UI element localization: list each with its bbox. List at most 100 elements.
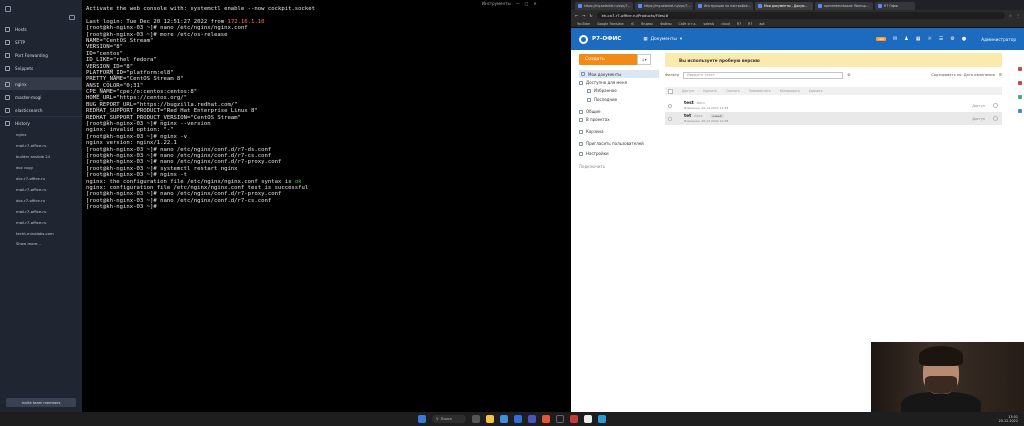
maximize-icon[interactable]: □ — [525, 1, 529, 6]
nav-trash[interactable]: Корзина — [579, 129, 659, 134]
bookmark[interactable]: Яндекс — [641, 22, 653, 26]
host-item-nginx[interactable]: nginx — [0, 78, 82, 90]
history-link[interactable]: doc.r7-office.ru — [16, 198, 45, 203]
app-icon[interactable] — [570, 415, 578, 423]
bookmark[interactable]: cloud — [721, 22, 730, 26]
column-action[interactable]: Доступ — [682, 89, 694, 93]
side-toolbar-icon[interactable] — [1018, 67, 1022, 71]
more-icon[interactable] — [993, 103, 998, 108]
browser-tab[interactable]: R7 Офис — [875, 2, 915, 10]
menu-icon[interactable] — [69, 15, 75, 20]
people-icon[interactable]: ♟ — [904, 36, 908, 42]
history-link[interactable]: builder ansible 24 — [16, 154, 50, 159]
tools-label[interactable]: Инструменты — [482, 1, 511, 6]
nav-invite-users[interactable]: Пригласить пользователей — [579, 141, 659, 146]
host-item-elasticsearch[interactable]: elasticsearch — [0, 104, 82, 116]
calendar-icon[interactable]: ▦ — [916, 36, 921, 42]
nav-projects[interactable]: В проектах — [579, 117, 659, 122]
forward-icon[interactable]: → — [582, 13, 585, 18]
file-access[interactable]: Доступ — [972, 104, 985, 108]
row-checkbox[interactable] — [668, 103, 672, 108]
history-link[interactable]: mail.r7-office.ru — [16, 220, 46, 225]
bookmark[interactable]: salesis — [704, 22, 715, 26]
start-icon[interactable] — [418, 415, 426, 423]
nav-shared-with-me[interactable]: Доступно для меня — [579, 80, 659, 85]
browser-tab[interactable]: https://my.selectel.ru/vpc/7... — [635, 2, 693, 10]
file-row[interactable]: test .docx Изменено: 20.12.2022 12:58 Дос… — [665, 99, 1002, 112]
task-view-icon[interactable] — [472, 415, 480, 423]
bookmark[interactable]: rS — [631, 22, 634, 26]
star-icon[interactable]: ☆ — [1009, 13, 1012, 18]
bookmark[interactable]: Сайт и т.к. — [679, 22, 697, 26]
history-link[interactable]: mail.r7-office.ru — [16, 187, 46, 192]
browser-tab[interactable]: https://my.selectel.ru/vpc/7... — [575, 2, 633, 10]
filter-input[interactable]: Введите текст — [683, 71, 844, 79]
terminal-pane[interactable]: Activate the web console with: systemctl… — [82, 0, 571, 412]
feed-icon[interactable]: ☰ — [939, 36, 943, 42]
close-icon[interactable]: ✕ — [533, 1, 536, 6]
settings-icon[interactable]: ⚙ — [950, 36, 954, 42]
history-link[interactable]: techt.mindlabs.com — [16, 231, 54, 236]
file-access[interactable]: Доступ — [972, 117, 985, 121]
chat-icon[interactable]: ☼ — [927, 36, 931, 42]
sidebar-item-sftp[interactable]: SFTP — [0, 36, 82, 48]
create-button[interactable]: Создать — [579, 54, 645, 65]
bookmark[interactable]: R7 — [748, 22, 752, 26]
back-icon[interactable]: ← — [575, 13, 578, 18]
nav-my-documents[interactable]: Мои документы — [579, 70, 659, 78]
reload-icon[interactable]: ↻ — [589, 13, 592, 18]
sidebar-item-hosts[interactable]: Hosts — [0, 23, 82, 35]
r7-logo[interactable]: Р7-ОФИС — [579, 34, 621, 44]
url-input[interactable]: kh-co7-r7-office.ru/Products/Files/# — [596, 11, 1005, 19]
bookmark[interactable]: YouTube — [577, 22, 590, 26]
chrome-icon[interactable] — [542, 415, 550, 423]
system-tray[interactable]: 13:01 20.12.2022 — [999, 415, 1018, 423]
section-dropdown[interactable]: ▦ Документы ▾ — [643, 37, 682, 42]
history-link[interactable]: mail.r7-office.ru — [16, 143, 46, 148]
bookmark[interactable]: R7 — [737, 22, 741, 26]
side-toolbar-icon[interactable] — [1018, 81, 1022, 85]
nav-common[interactable]: Общие — [579, 109, 659, 114]
side-toolbar-icon[interactable] — [1018, 109, 1022, 113]
mail-icon[interactable]: ✉ — [893, 36, 897, 42]
browser-tab-active[interactable]: Мои документы - Докум... — [755, 2, 813, 10]
nav-connect[interactable]: Подключить — [579, 164, 659, 169]
sidebar-item-port-forwarding[interactable]: Port Forwarding — [0, 49, 82, 61]
file-row[interactable]: tet .docx новый Изменено: 20.12.2022 12:58… — [665, 112, 1002, 125]
host-item-master-mogi[interactable]: master-mogi — [0, 91, 82, 103]
terminal-app-icon[interactable] — [556, 415, 564, 423]
column-action[interactable]: Копировать — [780, 89, 800, 93]
menu-icon[interactable]: ⋮ — [1016, 13, 1020, 18]
history-link[interactable]: doc.r7-office.ru — [16, 176, 45, 181]
app-icon[interactable] — [598, 415, 606, 423]
column-action[interactable]: Удалить — [809, 89, 823, 93]
sort-dropdown[interactable]: Сортировать по: Дата изменения — [931, 73, 995, 77]
bookmark[interactable]: Файлы — [660, 22, 671, 26]
vscode-icon[interactable] — [514, 415, 522, 423]
more-icon[interactable] — [993, 116, 998, 121]
user-avatar[interactable]: ● — [962, 36, 966, 42]
history-link[interactable]: nginx — [16, 132, 27, 137]
column-action[interactable]: Переместить — [749, 89, 771, 93]
column-action[interactable]: Удалить — [703, 89, 717, 93]
nav-settings[interactable]: Настройки — [579, 151, 659, 156]
upload-dropdown-button[interactable]: ↓▾ — [637, 54, 651, 65]
view-toggle-icon[interactable]: ☰ — [999, 73, 1002, 77]
filter-icon[interactable]: ⚙ — [847, 73, 850, 77]
invite-team-button[interactable]: Invite team members — [6, 398, 76, 407]
column-action[interactable]: Скачать — [726, 89, 740, 93]
taskbar-search[interactable]: ⚲ Поиск — [432, 415, 466, 423]
user-name[interactable]: Администратор — [981, 37, 1016, 42]
browser-tab[interactable]: openerdashboard: Worksp... — [815, 2, 873, 10]
side-toolbar-icon[interactable] — [1018, 95, 1022, 99]
bookmark[interactable]: apt — [759, 22, 764, 26]
app-icon[interactable] — [584, 415, 592, 423]
minimize-icon[interactable]: — — [516, 1, 520, 6]
history-link[interactable]: mail.r7-office.ru — [16, 209, 46, 214]
edge-icon[interactable] — [500, 415, 508, 423]
select-all-checkbox[interactable] — [668, 88, 673, 94]
teams-icon[interactable] — [528, 415, 536, 423]
history-link[interactable]: doc copy — [16, 165, 33, 170]
sidebar-item-snippets[interactable]: Snippets — [0, 62, 82, 74]
bookmark[interactable]: Google Translate — [597, 22, 624, 26]
